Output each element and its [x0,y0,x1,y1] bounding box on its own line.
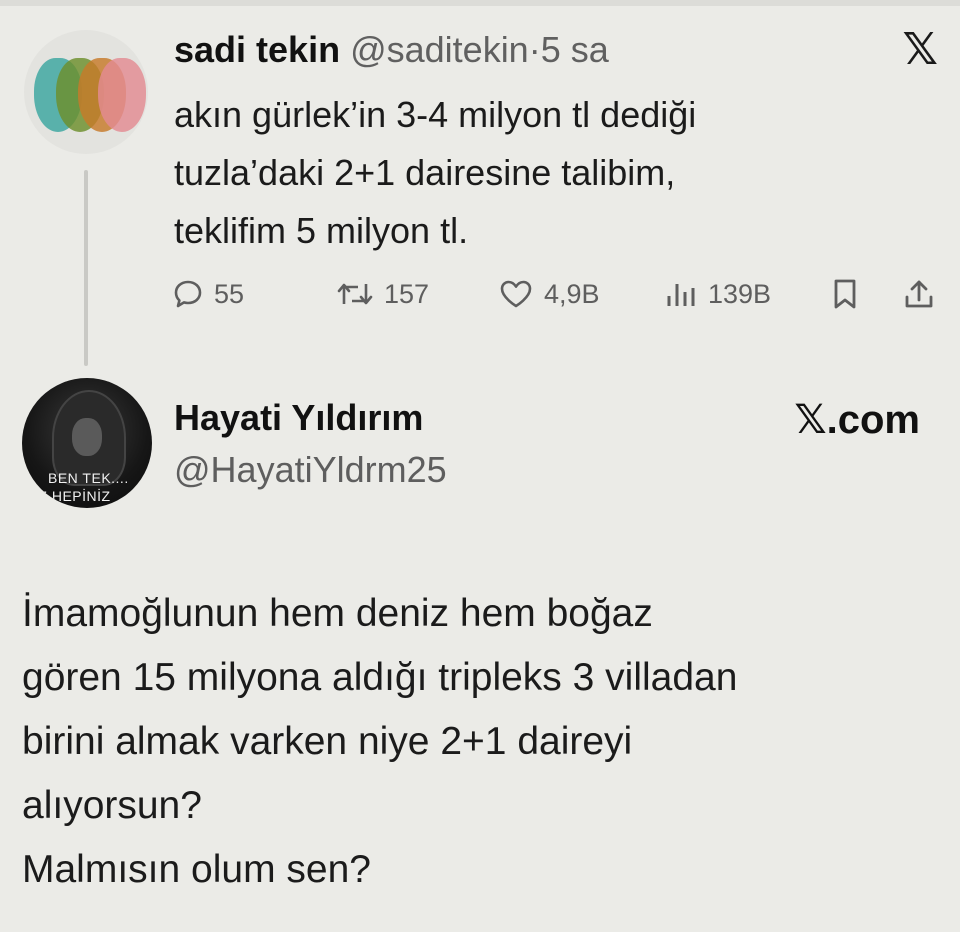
avatar-caption-line: BEN TEK.... [48,470,129,486]
repost-icon [336,278,374,310]
avatar-face-pink [98,58,146,132]
avatar-face [72,418,102,456]
dot-separator: · [528,29,541,70]
author-handle[interactable]: @saditekin [350,29,529,70]
watermark-suffix: .com [826,398,920,442]
repost-button[interactable]: 157 [336,272,429,316]
tweet-text-line: teklifim 5 milyon tl. [174,210,469,251]
tweet-text-line: tuzla’daki 2+1 dairesine talibim, [174,152,676,193]
share-icon [902,277,936,311]
views-count: 139B [708,278,772,309]
tweet-text-line: İmamoğlunun hem deniz hem boğaz [22,592,653,635]
like-button[interactable]: 4,9B [498,272,600,316]
like-icon [498,278,534,310]
reply-button[interactable]: 55 [172,272,244,316]
tweet-text-line: gören 15 milyona aldığı tripleks 3 villa… [22,656,738,699]
tweet-text-line: akın gürlek’in 3-4 milyon tl dediği [174,94,697,135]
tweet-text-line: alıyorsun? [22,784,202,827]
author-name[interactable]: Hayati Yıldırım [174,396,423,440]
avatar-caption-line: İZ HEPİNİZ [34,488,111,504]
repost-count: 157 [384,278,430,309]
like-count: 4,9B [544,278,600,309]
reply-count: 55 [214,278,245,309]
x-logo-icon: 𝕏 [794,397,827,443]
avatar-saditekin[interactable] [24,30,148,154]
quoted-tweet-header: sadi tekin @saditekin·5 sa [174,28,609,72]
tweet-text-line: Malmısın olum sen? [22,848,371,891]
views-icon [664,278,698,310]
main-tweet-text: İmamoğlunun hem deniz hem boğaz gören 15… [22,582,942,902]
reply-icon [172,278,204,310]
avatar-hayatiyldrm25[interactable]: BEN TEK.... İZ HEPİNİZ [22,378,152,508]
author-name[interactable]: sadi tekin [174,29,340,70]
bookmark-icon [830,277,860,311]
top-separator [0,0,960,6]
tweet-time[interactable]: 5 sa [541,29,609,70]
author-handle[interactable]: @HayatiYldrm25 [174,448,447,492]
thread-line [84,170,88,366]
x-logo-icon[interactable]: 𝕏 [903,28,938,72]
quoted-tweet-text: akın gürlek’in 3-4 milyon tl dediği tuzl… [174,86,914,260]
xcom-watermark: 𝕏 .com [794,396,920,444]
tweet-action-bar: 55 157 4,9B 139B [172,272,942,316]
share-button[interactable] [902,272,936,316]
views-button[interactable]: 139B [664,272,771,316]
bookmark-button[interactable] [830,272,860,316]
tweet-text-line: birini almak varken niye 2+1 daireyi [22,720,633,763]
